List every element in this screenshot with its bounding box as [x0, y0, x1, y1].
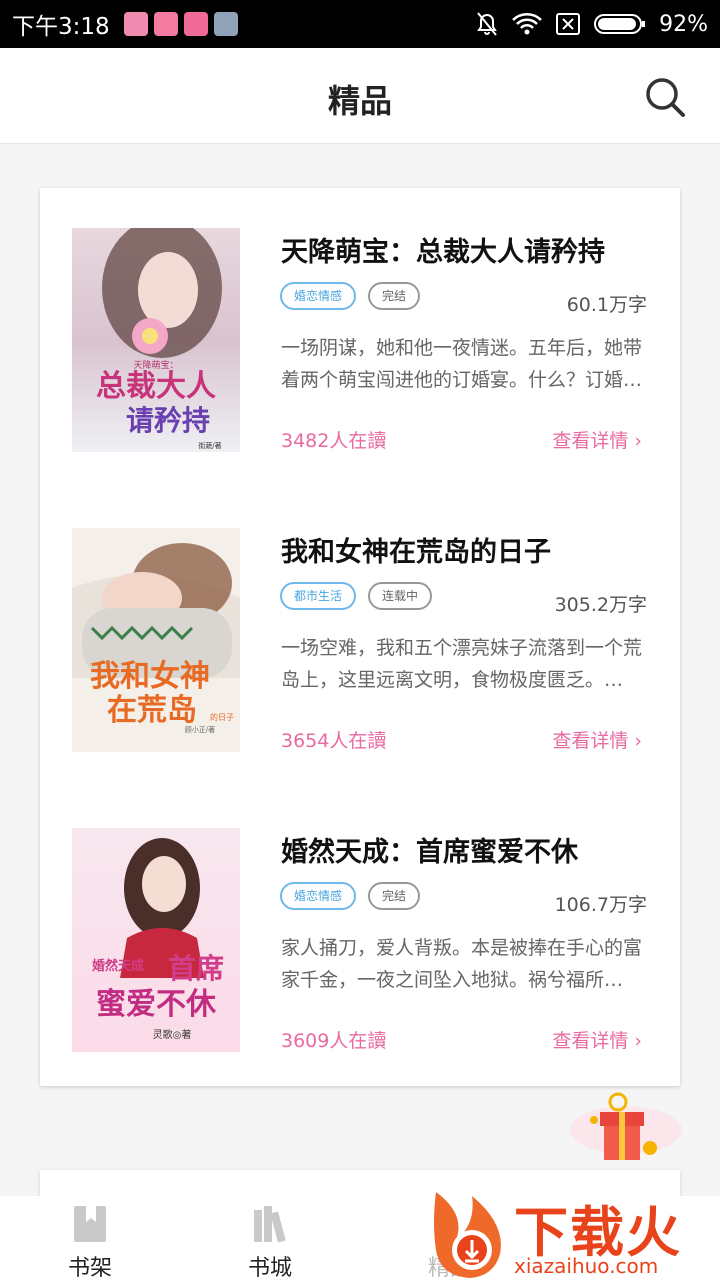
- cover-author: 街蔬/著: [198, 441, 221, 450]
- page-title: 精品: [327, 82, 392, 120]
- gift-button[interactable]: [566, 1090, 686, 1170]
- status-bar: 下午3:18 92%: [0, 0, 720, 48]
- book-tags: 婚恋情感 完结: [280, 882, 421, 910]
- bookshelf-icon: [74, 1206, 106, 1242]
- search-button[interactable]: [644, 76, 686, 118]
- cover-main-title: 在荒岛: [107, 693, 197, 728]
- book-tags: 都市生活 连载中: [280, 582, 433, 610]
- mute-icon: [477, 12, 497, 36]
- reader-count: 3482人在讀: [281, 430, 387, 452]
- watermark-logo: 下载火 xiazaihuo.com: [426, 1184, 720, 1280]
- status-tag: 完结: [368, 882, 421, 910]
- featured-books-card: 天降萌宝： 总裁大人 请矜持 街蔬/著 天降萌宝：总裁大人请矜持 婚恋情感 完结…: [40, 188, 680, 1086]
- word-count: 305.2万字: [554, 594, 647, 616]
- cover-author: 灵歌◎著: [153, 1028, 192, 1041]
- genre-tag[interactable]: 婚恋情感: [280, 282, 357, 310]
- word-count: 60.1万字: [566, 294, 647, 316]
- nav-bookshelf-label: 书架: [67, 1256, 112, 1280]
- calculator-notification-icon: [213, 12, 238, 36]
- book-cover[interactable]: 天降萌宝： 总裁大人 请矜持 街蔬/著: [72, 228, 240, 452]
- view-details-label: 查看详情: [552, 430, 629, 452]
- cover-small-title: 婚然天成: [92, 958, 144, 974]
- book-description: 家人捅刀，爱人背叛。本是被捧在手心的富家千金，一夜之间坠入地狱。祸兮福所…: [281, 937, 643, 991]
- battery-icon: [594, 14, 646, 34]
- book-title[interactable]: 我和女神在荒岛的日子: [281, 530, 551, 569]
- book-title[interactable]: 婚然天成：首席蜜爱不休: [281, 830, 578, 869]
- top-header: 精品: [0, 48, 720, 144]
- status-tag: 连载中: [368, 582, 433, 610]
- view-details-link[interactable]: 查看详情 ›: [552, 1026, 642, 1053]
- video-notification-icon: [183, 12, 208, 36]
- flame-logo-icon: [434, 1192, 501, 1278]
- cover-author: 顾小正/著: [185, 725, 215, 734]
- cover-main-title: 我和女神: [90, 659, 210, 694]
- nav-bookstore[interactable]: 书城: [210, 1196, 330, 1280]
- view-details-link[interactable]: 查看详情 ›: [552, 426, 642, 453]
- app-notification-icon: [123, 12, 148, 36]
- book-title[interactable]: 天降萌宝：总裁大人请矜持: [281, 230, 605, 269]
- status-time: 下午3:18: [12, 14, 110, 40]
- book-cover[interactable]: 婚然天成 首席 蜜爱不休 灵歌◎著: [72, 828, 240, 1052]
- bookstore-icon: [254, 1206, 286, 1243]
- reader-count: 3609人在讀: [281, 1030, 387, 1052]
- video-notification-icon: [153, 12, 178, 36]
- book-tags: 婚恋情感 完结: [280, 282, 421, 310]
- view-details-link[interactable]: 查看详情 ›: [552, 726, 642, 753]
- word-count: 106.7万字: [554, 894, 647, 916]
- book-item[interactable]: 我和女神 在荒岛 的日子 顾小正/著 我和女神在荒岛的日子 都市生活 连载中 3…: [40, 528, 680, 754]
- cover-main-title: 总裁大人: [96, 369, 216, 404]
- chevron-right-icon: ›: [634, 730, 642, 752]
- notification-icons: [123, 12, 238, 36]
- cover-main-title: 蜜爱不休: [96, 987, 217, 1022]
- battery-percent: 92%: [659, 11, 708, 37]
- gift-box-icon: [570, 1092, 682, 1160]
- no-sim-icon: [556, 13, 581, 35]
- nav-bookstore-label: 书城: [247, 1256, 292, 1280]
- cover-main-title: 首席: [168, 952, 224, 985]
- genre-tag[interactable]: 婚恋情感: [280, 882, 357, 910]
- view-details-label: 查看详情: [552, 1030, 629, 1052]
- view-details-label: 查看详情: [552, 730, 629, 752]
- chevron-right-icon: ›: [634, 1030, 642, 1052]
- chevron-right-icon: ›: [634, 430, 642, 452]
- book-cover[interactable]: 我和女神 在荒岛 的日子 顾小正/著: [72, 528, 240, 752]
- book-description: 一场空难，我和五个漂亮妹子流落到一个荒岛上，这里远离文明，食物极度匮乏。…: [281, 637, 643, 691]
- search-icon: [646, 78, 685, 117]
- book-item[interactable]: 婚然天成 首席 蜜爱不休 灵歌◎著 婚然天成：首席蜜爱不休 婚恋情感 完结 10…: [40, 828, 680, 1054]
- book-description: 一场阴谋，她和他一夜情迷。五年后，她带着两个萌宝闯进他的订婚宴。什么？订婚…: [281, 337, 643, 391]
- watermark-domain: xiazaihuo.com: [514, 1254, 659, 1278]
- cover-main-title: 请矜持: [126, 404, 210, 437]
- status-tag: 完结: [368, 282, 421, 310]
- nav-bookshelf[interactable]: 书架: [30, 1196, 150, 1280]
- book-item[interactable]: 天降萌宝： 总裁大人 请矜持 街蔬/著 天降萌宝：总裁大人请矜持 婚恋情感 完结…: [40, 228, 680, 454]
- genre-tag[interactable]: 都市生活: [280, 582, 357, 610]
- reader-count: 3654人在讀: [281, 730, 387, 752]
- wifi-icon: [512, 13, 542, 35]
- cover-small-title: 的日子: [210, 712, 234, 722]
